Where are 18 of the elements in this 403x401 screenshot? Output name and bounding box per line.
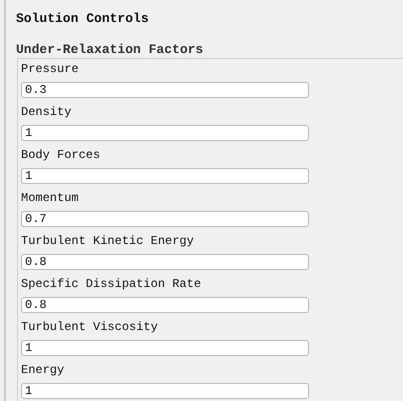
field-label: Energy <box>21 362 66 379</box>
field-label: Pressure <box>21 61 80 78</box>
field-label: Momentum <box>21 190 80 207</box>
field-label: Turbulent Viscosity <box>21 319 159 336</box>
input-field[interactable]: 1 <box>21 383 309 399</box>
input-field[interactable]: 1 <box>21 168 309 184</box>
field-label: Specific Dissipation Rate <box>21 276 202 293</box>
input-field[interactable]: 0.3 <box>21 82 309 98</box>
input-field[interactable]: 1 <box>21 125 309 141</box>
panel-title: Solution Controls <box>16 10 150 28</box>
input-field[interactable]: 0.8 <box>21 297 309 313</box>
input-field[interactable]: 0.7 <box>21 211 309 227</box>
field-label: Density <box>21 104 72 121</box>
input-field[interactable]: 0.8 <box>21 254 309 270</box>
field-label: Turbulent Kinetic Energy <box>21 233 195 250</box>
field-label: Body Forces <box>21 147 102 164</box>
group-title: Under-Relaxation Factors <box>16 42 204 58</box>
input-field[interactable]: 1 <box>21 340 309 356</box>
